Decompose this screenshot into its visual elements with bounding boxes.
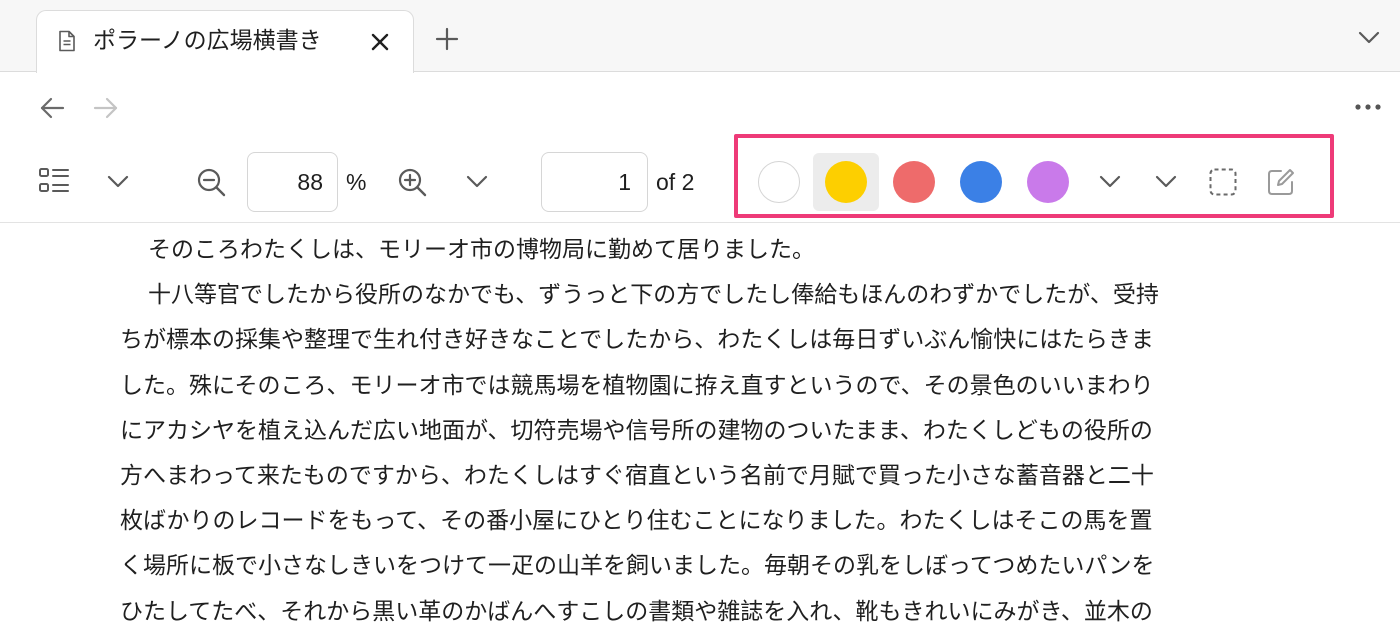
tab-title: ポラーノの広場横書き [93, 28, 322, 54]
edit-pencil-icon[interactable] [1265, 166, 1297, 198]
document-line: ちが標本の採集や整理で生れ付き好きなことでしたから、わたくしは毎日ずいぶん愉快に… [120, 327, 1154, 354]
navigation-bar [0, 73, 1400, 141]
color-swatch [1027, 161, 1069, 203]
color-swatch [960, 161, 1002, 203]
color-swatch [893, 161, 935, 203]
document-text: そのころわたくしは、モリーオ市の博物局に勤めて居りました。 十八等官でしたから役… [120, 228, 1310, 627]
tab-strip: ポラーノの広場横書き [0, 0, 1400, 73]
markup-chevron-down-icon[interactable] [1154, 171, 1178, 193]
document-icon [59, 30, 75, 52]
color-swatch [758, 161, 800, 203]
zoom-out-icon[interactable] [196, 167, 226, 197]
sidebar-list-icon[interactable] [38, 166, 70, 196]
highlight-color-yellow[interactable] [813, 153, 879, 211]
highlight-color-blue[interactable] [948, 153, 1014, 211]
selection-rectangle-icon[interactable] [1208, 167, 1238, 197]
ellipsis-icon[interactable] [1352, 97, 1384, 117]
highlight-chevron-down-icon[interactable] [1098, 171, 1122, 193]
page-total-label: of 2 [656, 169, 695, 195]
highlight-color-white[interactable] [746, 153, 812, 211]
zoom-chevron-down-icon[interactable] [465, 171, 489, 193]
tab-document[interactable]: ポラーノの広場横書き [36, 10, 414, 73]
highlight-color-purple[interactable] [1015, 153, 1081, 211]
document-view[interactable]: そのころわたくしは、モリーオ市の博物局に勤めて居りました。 十八等官でしたから役… [0, 224, 1400, 627]
highlight-color-red[interactable] [881, 153, 947, 211]
arrow-right-icon [93, 97, 118, 119]
color-swatch [825, 161, 867, 203]
zoom-input[interactable]: 88 [247, 152, 338, 212]
pdf-toolbar: 88 % 1 of 2 [0, 134, 1400, 223]
document-line: した。殊にそのころ、モリーオ市では競馬場を植物園に拵え直すというので、その景色の… [120, 372, 1154, 399]
zoom-unit: % [346, 169, 367, 195]
document-line: 枚ばかりのレコードをもって、その番小屋にひとり住むことになりました。わたくしはそ… [120, 508, 1153, 535]
sidebar-chevron-down-icon[interactable] [106, 171, 130, 193]
arrow-left-icon[interactable] [38, 95, 66, 121]
tab-list-chevron-down-icon[interactable] [1356, 26, 1382, 48]
zoom-in-icon[interactable] [397, 167, 427, 197]
document-line: 十八等官でしたから役所のなかでも、ずうっと下の方でしたし俸給もほんのわずかでした… [148, 282, 1159, 309]
page-number-input[interactable]: 1 [541, 152, 648, 212]
document-line: ひたしてたべ、それから黒い革のかばんへすこしの書類や雑誌を入れ、靴もきれいにみが… [120, 598, 1153, 625]
document-line: にアカシヤを植え込んだ広い地面が、切符売場や信号所の建物のついたまま、わたくしど… [120, 417, 1153, 444]
new-tab-plus-icon[interactable] [432, 24, 462, 54]
document-line: く場所に板で小さなしきいをつけて一疋の山羊を飼いました。毎朝その乳をしぼってつめ… [120, 553, 1155, 580]
document-line: そのころわたくしは、モリーオ市の博物局に勤めて居りました。 [148, 237, 815, 263]
document-line: 方へまわって来たものですから、わたくしはすぐ宿直という名前で月賦で買った小さな蓄… [120, 463, 1154, 490]
close-icon[interactable] [367, 29, 393, 55]
